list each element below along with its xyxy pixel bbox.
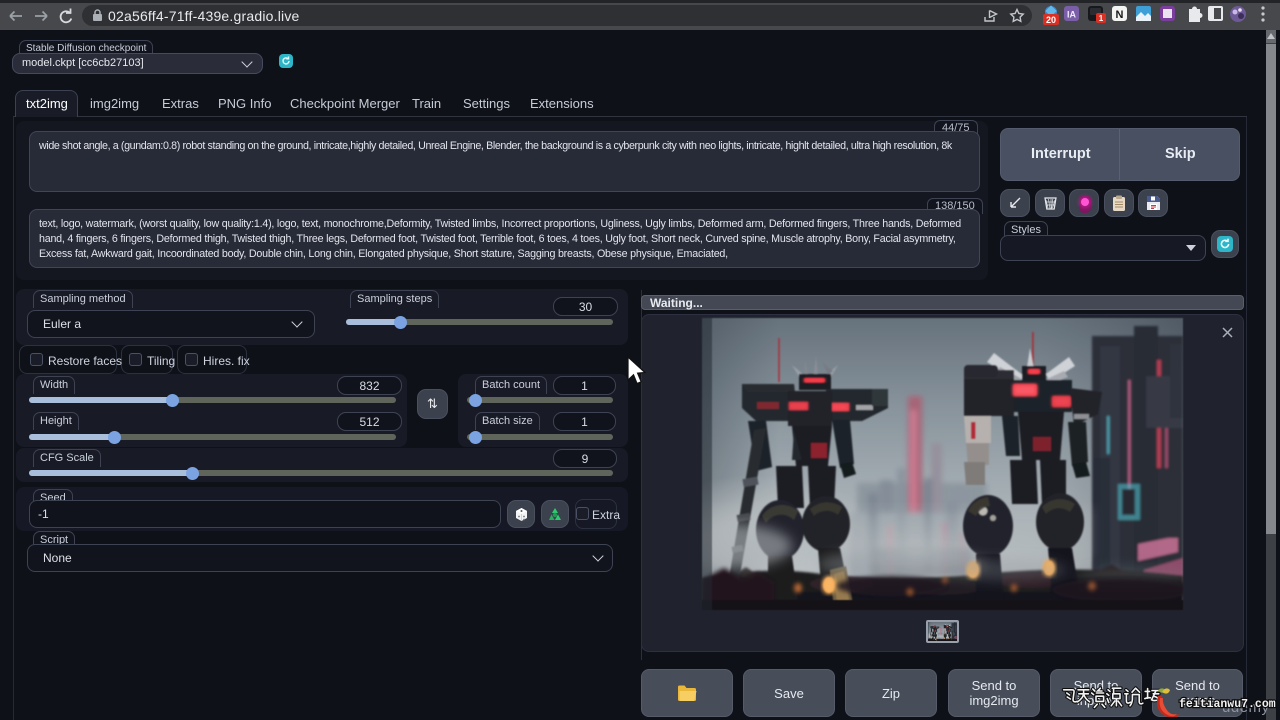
- svg-text:20: 20: [1046, 15, 1056, 25]
- svg-text:N: N: [1116, 9, 1124, 21]
- svg-text:feitianwu7.com: feitianwu7.com: [1179, 698, 1276, 711]
- svg-text:1: 1: [1099, 14, 1104, 23]
- svg-text:IA: IA: [1067, 10, 1077, 20]
